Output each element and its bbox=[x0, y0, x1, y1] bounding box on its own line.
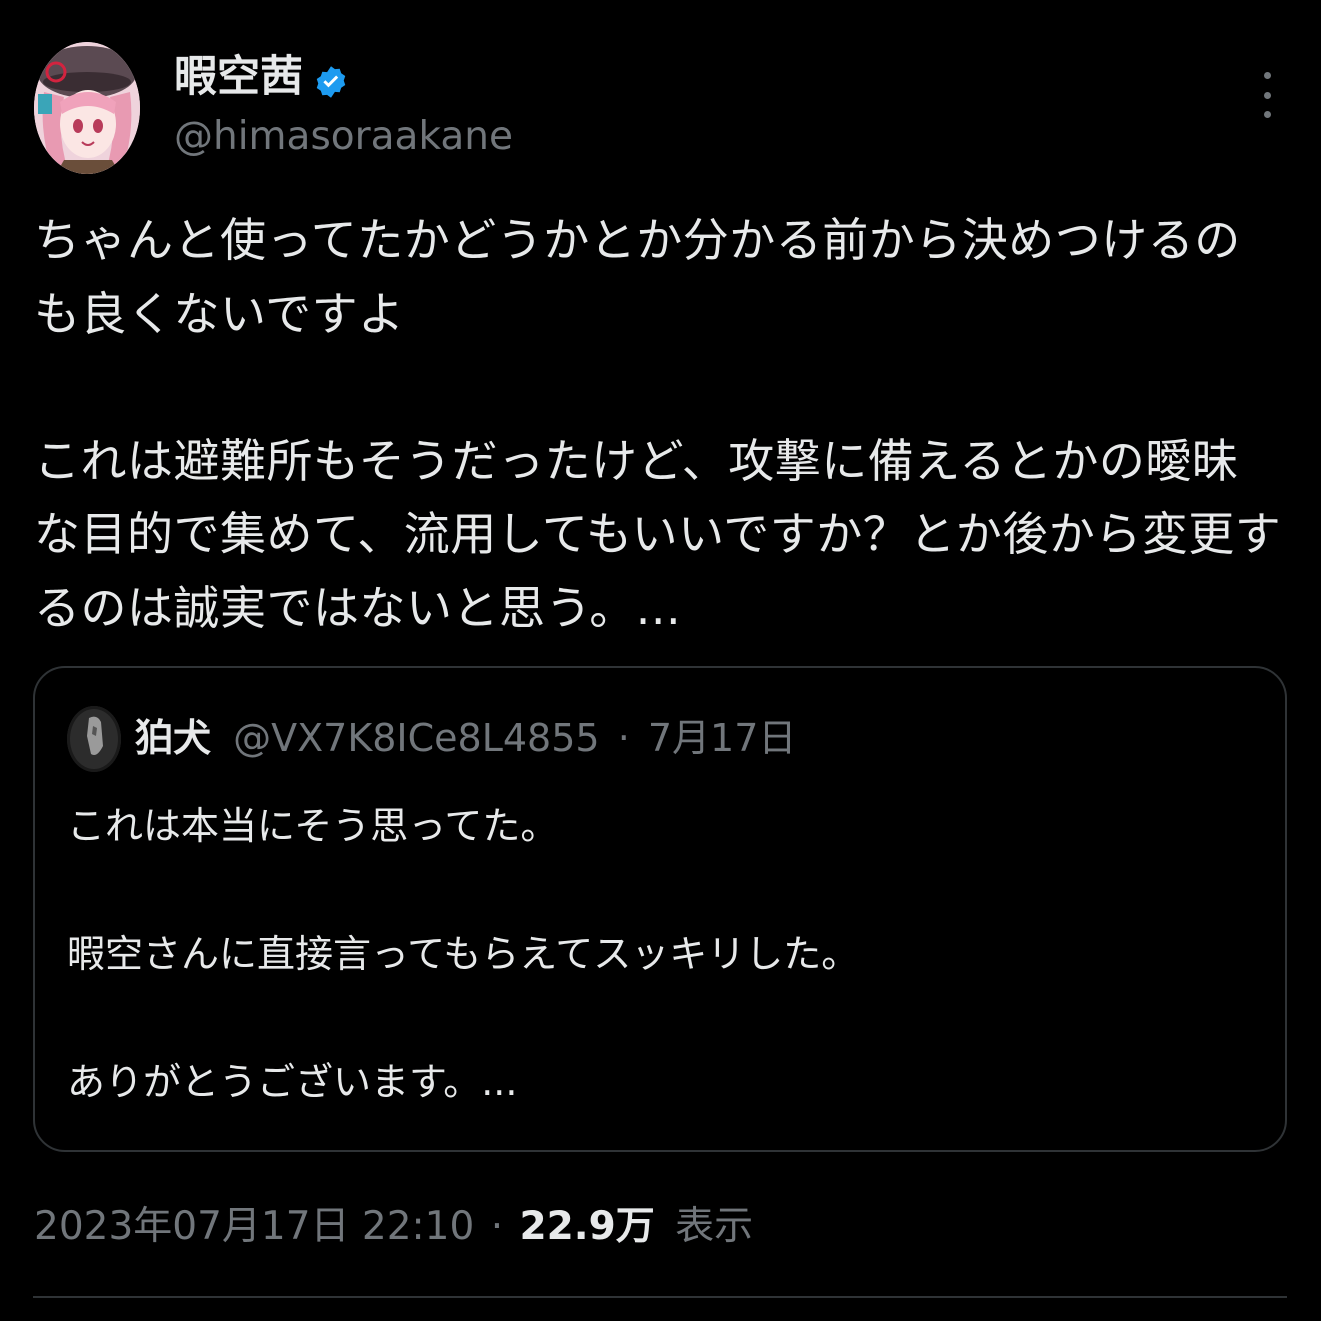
meta-separator: · bbox=[490, 1204, 504, 1249]
statue-avatar-icon bbox=[67, 706, 121, 772]
quote-text: これは本当にそう思ってた。 暇空さんに直接言ってもらえてスッキリした。 ありがと… bbox=[67, 804, 860, 1104]
views-label: 表示 bbox=[675, 1204, 754, 1249]
author-handle[interactable]: @himasoraakane bbox=[174, 112, 513, 162]
quote-header: 狛犬 @VX7K8ICe8L4855 · 7月17日 bbox=[135, 712, 796, 764]
verified-badge-icon bbox=[313, 59, 349, 98]
tweet-text: ちゃんと使ってたかどうかとか分かる前から決めつけるのも良くないですよ これは避難… bbox=[34, 213, 1282, 635]
anime-avatar-icon bbox=[34, 42, 140, 174]
tweet-timestamp[interactable]: 2023年07月17日 22:10 bbox=[34, 1204, 474, 1249]
views-count: 22.9万 bbox=[519, 1204, 655, 1249]
quoted-tweet-card[interactable]: 狛犬 @VX7K8ICe8L4855 · 7月17日 これは本当にそう思ってた。… bbox=[33, 666, 1287, 1152]
quote-separator: · bbox=[617, 716, 630, 760]
quote-author-name: 狛犬 bbox=[135, 716, 212, 760]
more-options-icon[interactable] bbox=[1250, 72, 1284, 118]
quote-date: 7月17日 bbox=[647, 716, 797, 760]
divider bbox=[33, 1296, 1287, 1298]
quote-author-avatar bbox=[67, 706, 121, 772]
tweet-meta: 2023年07月17日 22:10 · 22.9万 表示 bbox=[34, 1200, 753, 1254]
quote-author-handle: @VX7K8ICe8L4855 bbox=[233, 716, 600, 760]
author-display-name-row[interactable]: 暇空茜 bbox=[174, 50, 349, 104]
author-avatar[interactable] bbox=[34, 42, 140, 174]
author-display-name[interactable]: 暇空茜 bbox=[174, 50, 303, 104]
